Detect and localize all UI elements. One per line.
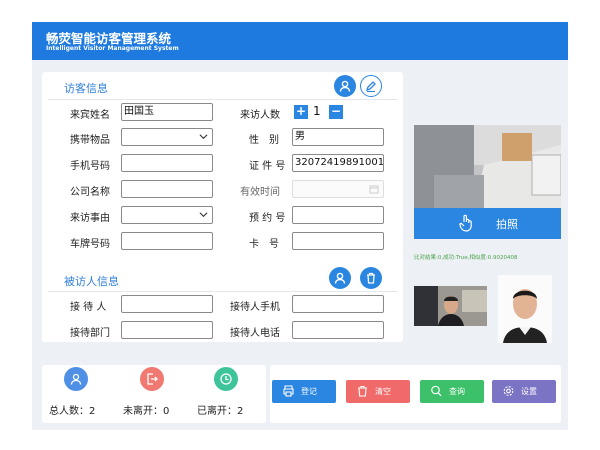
visitor-name-label: 来宾姓名 — [70, 110, 110, 121]
clear-button[interactable]: 清空 — [346, 380, 410, 403]
chevron-down-icon — [199, 134, 208, 140]
department-label: 接待部门 — [70, 328, 110, 339]
department-field[interactable] — [121, 321, 213, 339]
receiver-mobile-label: 接待人手机 — [230, 302, 280, 313]
total-count-text: 总人数：2 — [49, 406, 96, 417]
hand-pointer-icon — [459, 214, 472, 232]
count-plus-button[interactable]: + — [294, 105, 308, 119]
not-left-icon — [140, 367, 164, 391]
person-icon — [70, 373, 82, 385]
receiver-tel-field[interactable] — [292, 321, 384, 339]
valid-time-picker[interactable] — [292, 180, 384, 198]
divider — [48, 99, 397, 100]
pencil-icon — [365, 81, 376, 93]
left-icon — [214, 367, 238, 391]
count-minus-button[interactable]: − — [329, 105, 343, 119]
host-info-panel: 被访人信息 接 待 人 接待人手机 接待部门 接待人电话 — [42, 266, 403, 342]
register-button[interactable]: 登记 — [272, 380, 336, 403]
read-id-card-button[interactable] — [334, 75, 356, 97]
register-label: 登记 — [301, 387, 317, 396]
door-exit-icon — [147, 373, 158, 385]
camera-image — [414, 125, 561, 208]
settings-button[interactable]: 设置 — [492, 380, 556, 403]
not-left-text: 未离开：0 — [123, 406, 170, 417]
card-label: 卡 号 — [249, 239, 279, 250]
visitor-count-value: 1 — [313, 104, 321, 118]
person-icon — [334, 272, 346, 284]
captured-face-image — [414, 286, 487, 326]
id-number-label: 证 件 号 — [249, 161, 286, 172]
appointment-field[interactable] — [292, 206, 384, 224]
stats-panel: 总人数：2 未离开：0 已离开：2 — [42, 365, 266, 423]
left-text: 已离开：2 — [197, 406, 244, 417]
plate-label: 车牌号码 — [70, 239, 110, 250]
title-bar: 畅荧智能访客管理系统 Intelligent Visitor Managemen… — [32, 22, 568, 60]
host-info-title: 被访人信息 — [64, 275, 119, 288]
valid-time-label: 有效时间 — [240, 187, 280, 198]
edit-button[interactable] — [360, 75, 382, 97]
actions-panel: 登记 清空 查询 设置 — [270, 365, 561, 423]
visit-reason-label: 来访事由 — [70, 213, 110, 224]
select-host-button[interactable] — [329, 267, 351, 289]
receiver-label: 接 待 人 — [70, 302, 107, 313]
person-icon — [339, 80, 351, 92]
gender-field[interactable]: 男 — [292, 128, 384, 146]
app-subtitle: Intelligent Visitor Management System — [46, 45, 179, 52]
id-number-field[interactable]: 32072419891001 — [292, 154, 384, 172]
items-select[interactable] — [121, 128, 213, 146]
trash-icon — [358, 385, 367, 397]
phone-label: 手机号码 — [70, 161, 110, 172]
receiver-mobile-field[interactable] — [292, 295, 384, 313]
search-icon — [431, 385, 442, 397]
gear-icon — [503, 386, 514, 396]
receiver-field[interactable] — [121, 295, 213, 313]
card-field[interactable] — [292, 232, 384, 250]
clock-icon — [220, 373, 232, 385]
visitor-count-label: 来访人数 — [240, 110, 280, 121]
take-photo-button[interactable]: 拍照 — [414, 208, 561, 239]
chevron-down-icon — [199, 212, 208, 218]
visitor-name-field[interactable]: 田国玉 — [121, 103, 213, 121]
company-field[interactable] — [121, 180, 213, 198]
trash-icon — [367, 272, 375, 284]
printer-icon — [283, 385, 294, 397]
take-photo-label: 拍照 — [496, 218, 518, 231]
plate-field[interactable] — [121, 232, 213, 250]
items-label: 携带物品 — [70, 135, 110, 146]
query-label: 查询 — [449, 387, 465, 396]
calendar-icon — [369, 185, 379, 194]
visit-reason-select[interactable] — [121, 206, 213, 224]
visitor-info-title: 访客信息 — [64, 82, 108, 95]
appointment-label: 预 约 号 — [249, 213, 286, 224]
receiver-tel-label: 接待人电话 — [230, 328, 280, 339]
id-card-photo — [498, 275, 552, 343]
phone-field[interactable] — [121, 154, 213, 172]
settings-label: 设置 — [521, 387, 537, 396]
compare-result-text: 比对结果:0,成功:True,相似度:0.9020408 — [414, 255, 518, 261]
company-label: 公司名称 — [70, 187, 110, 198]
delete-host-button[interactable] — [360, 267, 382, 289]
divider — [48, 291, 397, 292]
clear-label: 清空 — [375, 387, 391, 396]
app-window: 畅荧智能访客管理系统 Intelligent Visitor Managemen… — [32, 22, 568, 430]
visitor-info-panel: 访客信息 来宾姓名 田国玉 来访人数 + 1 − 携带物品 性 别 男 手机号码… — [42, 72, 403, 278]
total-count-icon — [64, 367, 88, 391]
gender-label: 性 别 — [249, 135, 279, 146]
query-button[interactable]: 查询 — [420, 380, 484, 403]
